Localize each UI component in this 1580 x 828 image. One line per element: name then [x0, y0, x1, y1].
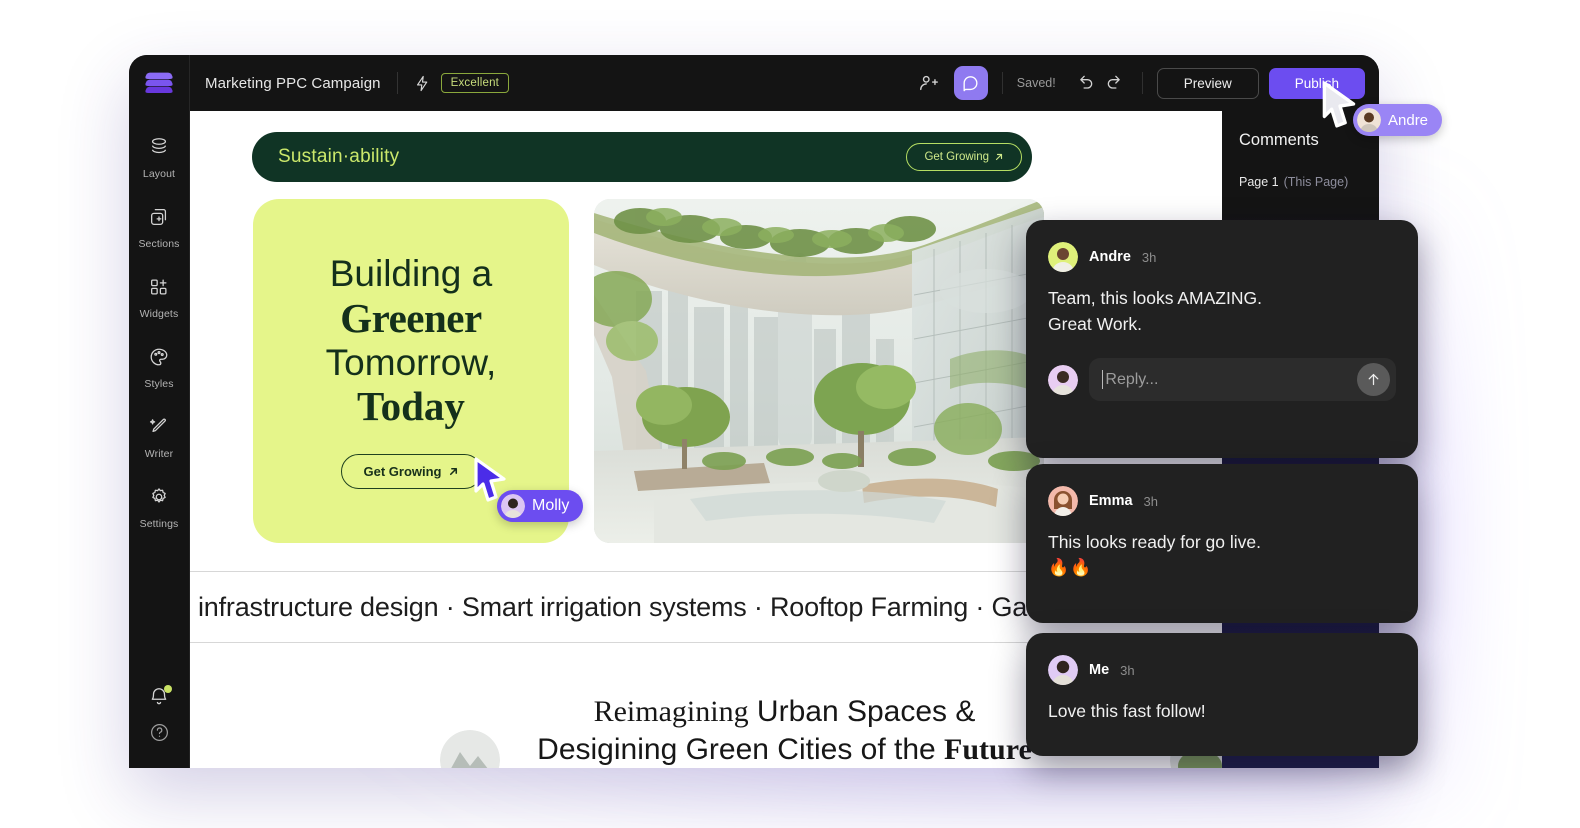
- comments-page-row[interactable]: Page 1 (This Page): [1239, 171, 1379, 192]
- avatar: [1357, 108, 1381, 132]
- widgets-grid-icon: [148, 276, 170, 303]
- arrow-up-right-icon: [995, 153, 1003, 161]
- cursor-label-molly: Molly: [497, 490, 584, 522]
- comment-thread-me[interactable]: Me 3h Love this fast follow!: [1026, 633, 1418, 756]
- sidebar-bottom-group: [148, 685, 172, 768]
- cursor-name: Andre: [1388, 111, 1429, 129]
- comment-header: Andre 3h: [1048, 242, 1396, 272]
- sidebar-item-label: Layout: [142, 168, 176, 180]
- layers-logo-icon: [144, 71, 174, 95]
- marquee-text: infrastructure design · Smart irrigation…: [198, 591, 1036, 622]
- hero-line-3: Tomorrow,: [325, 341, 497, 383]
- comment-emoji: 🔥🔥: [1048, 558, 1093, 578]
- document-title[interactable]: Marketing PPC Campaign: [205, 75, 381, 92]
- sidebar-item-label: Settings: [139, 518, 179, 530]
- avatar: [1048, 655, 1078, 685]
- reply-row: Reply...: [1048, 358, 1396, 402]
- brand-wordmark: Sustain·ability: [278, 146, 400, 167]
- comment-text-line-1: Love this fast follow!: [1048, 701, 1206, 721]
- comment-author: Emma: [1089, 493, 1133, 509]
- comment-author: Me: [1089, 662, 1110, 678]
- sidebar-item-label: Widgets: [139, 308, 179, 320]
- comment-header: Emma 3h: [1048, 486, 1396, 516]
- hero-headline: Building a Greener Tomorrow, Today: [326, 253, 497, 429]
- comment-timestamp: 3h: [1143, 493, 1158, 509]
- sidebar-item-label: Writer: [144, 448, 174, 460]
- hero-image[interactable]: [594, 199, 1044, 543]
- redo-icon[interactable]: [1100, 68, 1130, 98]
- arrow-up-right-icon: [449, 467, 457, 475]
- top-toolbar: Marketing PPC Campaign Excellent Saved!: [129, 55, 1379, 111]
- comment-timestamp: 3h: [1120, 662, 1135, 678]
- undo-icon[interactable]: [1070, 68, 1100, 98]
- sidebar-item-sections[interactable]: Sections: [129, 197, 190, 257]
- comment-text-line-1: This looks ready for go live.: [1048, 532, 1262, 552]
- sidebar-item-layout[interactable]: Layout: [129, 127, 190, 187]
- add-people-icon[interactable]: [912, 66, 946, 100]
- layers-icon: [148, 136, 170, 163]
- notifications-button[interactable]: [148, 685, 172, 708]
- comment-author: Andre: [1089, 249, 1131, 265]
- status-badge: Excellent: [440, 73, 510, 93]
- hero-cta-button[interactable]: Get Growing: [340, 453, 482, 489]
- palette-icon: [148, 346, 170, 373]
- reply-placeholder: Reply...: [1105, 370, 1159, 388]
- avatar: [1048, 364, 1078, 395]
- avatar: [1048, 486, 1078, 516]
- toolbar-divider: [396, 72, 398, 94]
- magic-pen-icon: [148, 416, 170, 443]
- avatar: [501, 494, 525, 518]
- comment-text-line-1: Team, this looks AMAZING.: [1048, 288, 1262, 308]
- site-banner[interactable]: Sustain·ability Get Growing: [252, 132, 1032, 182]
- sidebar-item-label: Sections: [138, 238, 180, 250]
- sidebar-item-label: Styles: [144, 378, 174, 390]
- cursor-label-andre: Andre: [1353, 104, 1443, 136]
- saved-status: Saved!: [1016, 76, 1056, 90]
- notification-badge: [164, 685, 172, 693]
- bottom-line-2-emphasis: Future: [944, 732, 1032, 766]
- send-reply-button[interactable]: [1357, 363, 1390, 397]
- add-section-icon: [148, 206, 170, 233]
- arrow-up-icon: [1368, 374, 1379, 386]
- sidebar-item-styles[interactable]: Styles: [129, 337, 190, 397]
- hero-cta-label: Get Growing: [363, 463, 442, 479]
- comments-page-label: Page 1: [1239, 174, 1279, 189]
- bottom-line-1-emphasis: Reimagining: [593, 695, 749, 728]
- hero-line-1: Building a: [329, 253, 493, 295]
- hero-line-4: Today: [357, 383, 465, 430]
- left-sidebar: Layout Sections Widgets Styles Writer Se…: [129, 111, 190, 768]
- lightning-icon: [414, 75, 431, 92]
- quality-score: Excellent: [414, 73, 510, 93]
- text-caret: [1102, 370, 1104, 390]
- preview-button[interactable]: Preview: [1156, 67, 1259, 99]
- comment-timestamp: 3h: [1141, 249, 1157, 265]
- sidebar-item-settings[interactable]: Settings: [129, 477, 190, 537]
- comment-bubble-icon[interactable]: [953, 66, 988, 100]
- banner-cta-button[interactable]: Get Growing: [906, 143, 1022, 171]
- hero-line-2: Greener: [340, 295, 482, 342]
- sidebar-item-widgets[interactable]: Widgets: [129, 267, 190, 327]
- cursor-name: Molly: [532, 497, 570, 514]
- help-circle-icon[interactable]: [149, 722, 170, 748]
- banner-cta-label: Get Growing: [924, 151, 989, 163]
- gear-icon: [148, 486, 170, 513]
- app-logo[interactable]: [129, 55, 190, 111]
- avatar: [1048, 242, 1078, 272]
- comment-header: Me 3h: [1048, 655, 1396, 685]
- comments-title: Comments: [1239, 131, 1319, 149]
- toolbar-right-group: Saved! Preview Publish: [912, 66, 1379, 100]
- bottom-line-2-rest: Desigining Green Cities of the: [537, 732, 945, 766]
- comment-text-line-2: Great Work.: [1048, 314, 1143, 335]
- comment-thread-emma[interactable]: Emma 3h This looks ready for go live. 🔥🔥: [1026, 464, 1418, 623]
- comment-thread-andre[interactable]: Andre 3h Team, this looks AMAZING. Great…: [1026, 220, 1418, 458]
- toolbar-divider: [1141, 72, 1143, 94]
- reply-input[interactable]: Reply...: [1089, 358, 1396, 402]
- toolbar-divider: [1001, 72, 1003, 94]
- sidebar-item-writer[interactable]: Writer: [129, 407, 190, 467]
- bottom-line-1-rest: Urban Spaces &: [748, 695, 976, 728]
- comments-page-sublabel: (This Page): [1283, 174, 1349, 189]
